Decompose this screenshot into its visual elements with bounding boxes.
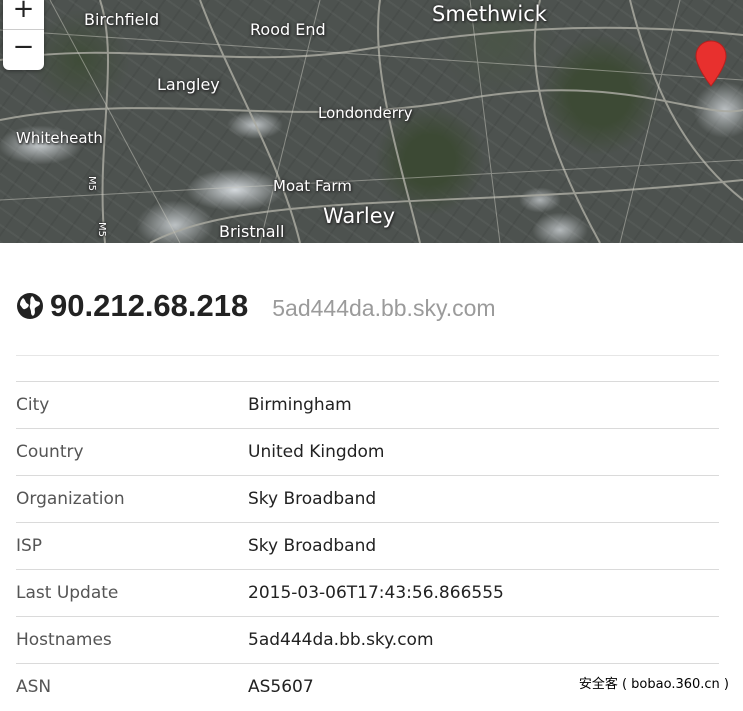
detail-key-organization: Organization bbox=[16, 489, 125, 509]
map-label-smethwick: Smethwick bbox=[432, 2, 547, 26]
map-pin-icon[interactable] bbox=[695, 40, 727, 88]
map-label-whiteheath: Whiteheath bbox=[16, 129, 103, 147]
map-label-bristnall: Bristnall bbox=[219, 222, 285, 241]
detail-value-organization: Sky Broadband bbox=[248, 489, 377, 509]
map-label-londonderry: Londonderry bbox=[318, 104, 413, 122]
map[interactable]: Birchfield Rood End Smethwick Langley Lo… bbox=[0, 0, 743, 243]
map-label-warley: Warley bbox=[323, 204, 396, 228]
table-row: Hostnames 5ad444da.bb.sky.com bbox=[16, 616, 719, 664]
table-row: ISP Sky Broadband bbox=[16, 522, 719, 570]
table-row: Last Update 2015-03-06T17:43:56.866555 bbox=[16, 569, 719, 617]
map-label-birchfield: Birchfield bbox=[84, 10, 160, 29]
detail-value-hostnames[interactable]: 5ad444da.bb.sky.com bbox=[248, 617, 719, 664]
ip-address: 90.212.68.218 bbox=[50, 288, 249, 323]
host-hostname: 5ad444da.bb.sky.com bbox=[272, 294, 496, 321]
detail-key-last-update: Last Update bbox=[16, 583, 119, 603]
detail-key-country: Country bbox=[16, 442, 84, 462]
map-label-langley: Langley bbox=[157, 75, 220, 94]
host-details-table: City Birmingham Country United Kingdom O… bbox=[16, 381, 719, 711]
detail-key-isp: ISP bbox=[16, 536, 43, 556]
detail-value-country: United Kingdom bbox=[248, 442, 385, 462]
table-row: Organization Sky Broadband bbox=[16, 475, 719, 523]
table-row: City Birmingham bbox=[16, 381, 719, 429]
map-label-road-m5-south: M5 bbox=[96, 222, 107, 237]
map-label-moat-farm: Moat Farm bbox=[273, 177, 352, 195]
zoom-control: + − bbox=[3, 0, 44, 70]
divider bbox=[16, 355, 719, 356]
watermark: 安全客 ( bobao.360.cn ) bbox=[578, 677, 729, 692]
detail-key-asn: ASN bbox=[16, 677, 52, 698]
detail-value-isp: Sky Broadband bbox=[248, 536, 377, 556]
map-label-road-m5: M5 bbox=[86, 176, 97, 191]
host-heading: 90.212.68.218 5ad444da.bb.sky.com bbox=[16, 286, 496, 326]
detail-key-city: City bbox=[16, 395, 50, 415]
zoom-out-button[interactable]: − bbox=[3, 29, 44, 65]
map-label-rood-end: Rood End bbox=[250, 20, 326, 39]
zoom-in-button[interactable]: + bbox=[3, 0, 44, 27]
detail-key-hostnames: Hostnames bbox=[16, 630, 112, 650]
table-row: Country United Kingdom bbox=[16, 428, 719, 476]
detail-value-last-update: 2015-03-06T17:43:56.866555 bbox=[248, 583, 504, 603]
detail-value-city: Birmingham bbox=[248, 395, 352, 415]
globe-icon bbox=[17, 293, 43, 319]
